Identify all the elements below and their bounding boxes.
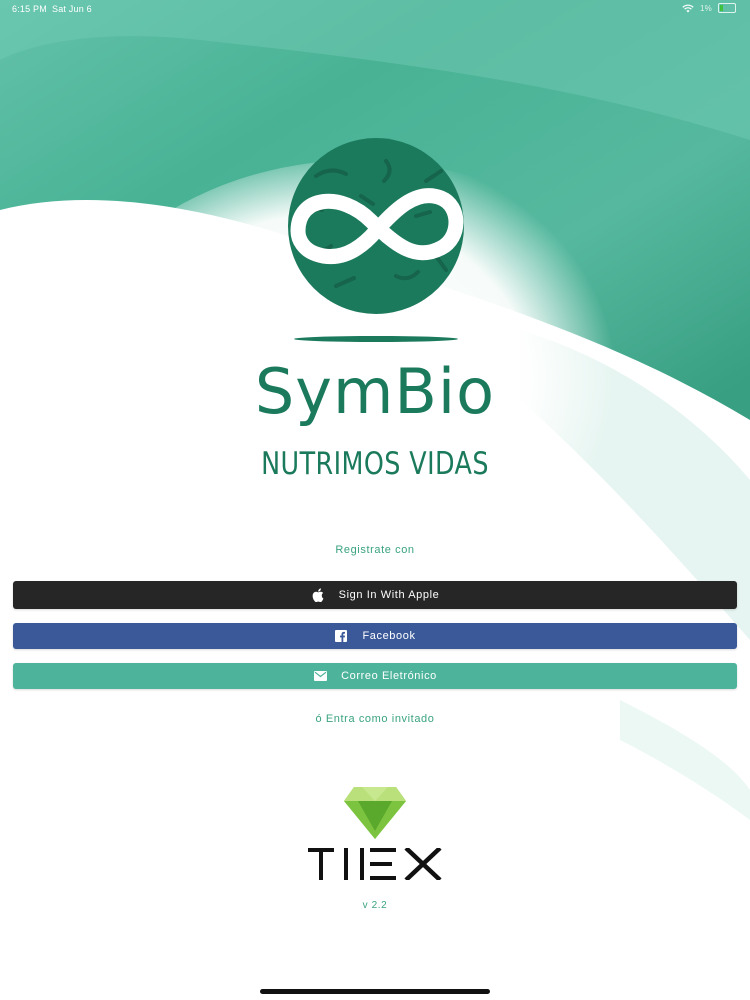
sign-in-apple-label: Sign In With Apple	[338, 589, 440, 601]
home-indicator[interactable]	[260, 989, 490, 994]
wifi-icon	[682, 4, 694, 12]
gem-icon	[344, 787, 406, 839]
sign-in-apple-button[interactable]: Sign In With Apple	[13, 581, 737, 609]
apple-icon	[311, 588, 325, 602]
guest-link[interactable]: ó Entra como invitado	[0, 713, 750, 725]
facebook-label: Facebook	[362, 630, 416, 642]
email-button[interactable]: Correo Eletrónico	[13, 663, 737, 689]
status-right: 1%	[682, 3, 736, 13]
tiex-logo	[308, 848, 442, 880]
email-label: Correo Eletrónico	[341, 670, 437, 682]
mail-icon	[313, 669, 327, 683]
register-label: Registrate con	[335, 544, 415, 556]
battery-icon	[718, 3, 736, 13]
app-version: v 2.2	[362, 900, 388, 911]
brand-tagline: NUTRIMOS VIDAS	[261, 446, 489, 482]
facebook-icon	[334, 629, 348, 643]
status-date: Sat Jun 6	[52, 4, 92, 14]
facebook-button[interactable]: Facebook	[13, 623, 737, 649]
brand-name: SymBio	[254, 355, 496, 428]
status-bar: 6:15 PM Sat Jun 6 1%	[0, 0, 750, 20]
infinity-globe-icon	[288, 138, 464, 342]
battery-percent: 1%	[700, 3, 712, 13]
status-time: 6:15 PM	[12, 4, 47, 14]
